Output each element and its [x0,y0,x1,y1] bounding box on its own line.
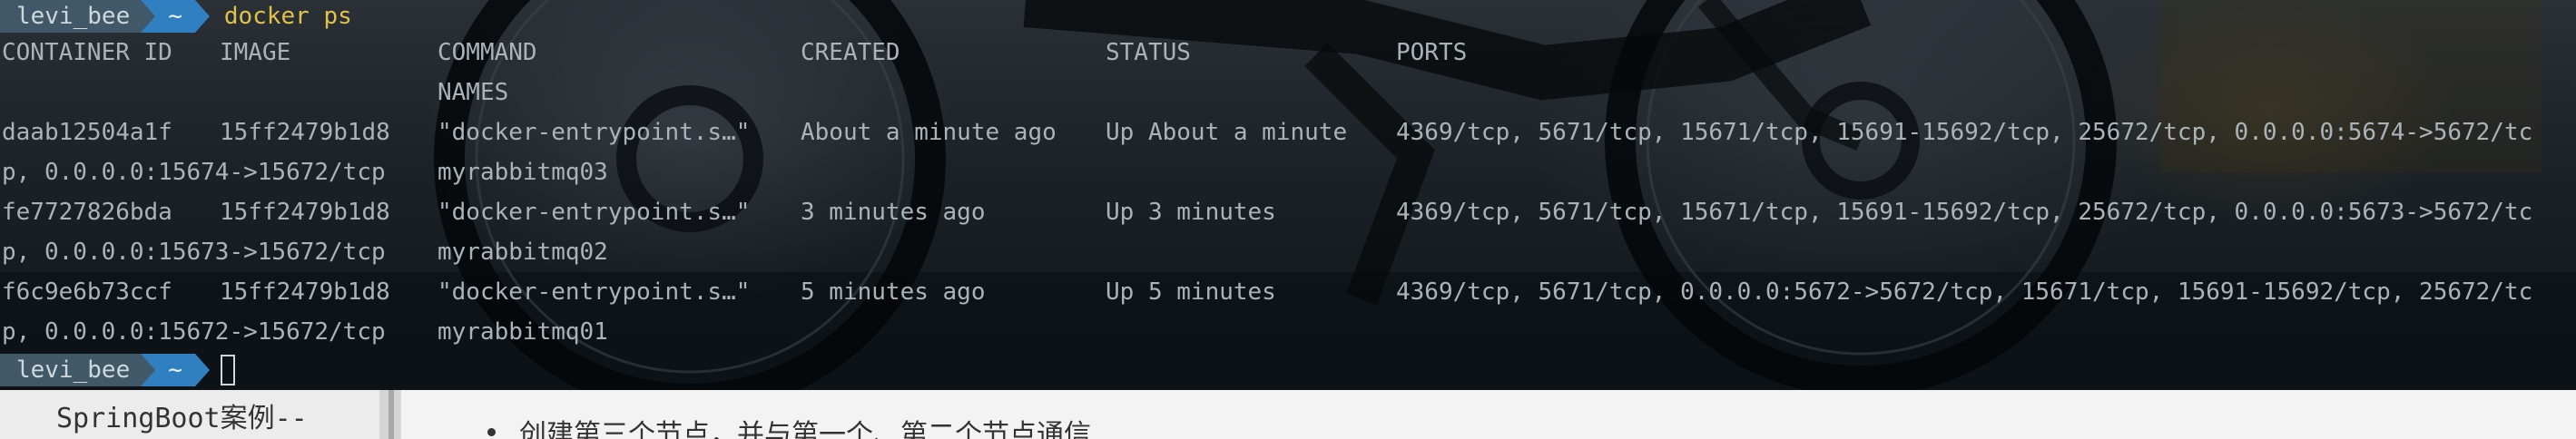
container-id: fe7727826bda [2,199,172,226]
table-row: daab12504a1f 15ff2479b1d8 "docker-entryp… [0,112,2576,152]
table-header: CONTAINER ID IMAGE COMMAND CREATED STATU… [0,33,2576,73]
table-header-names: NAMES [0,73,2576,112]
header-container-id: CONTAINER ID [2,39,172,66]
ports-cell-continued: p, 0.0.0.0:15673->15672/tcp [2,239,386,266]
prompt-directory: ~ [155,354,195,386]
document-list-item: 创建第三个节点，并与第一个、第二个节点通信 [519,419,1091,439]
table-row: fe7727826bda 15ff2479b1d8 "docker-entryp… [0,192,2576,232]
powerline-arrow-icon [194,354,210,386]
powerline-arrow-icon [141,354,156,386]
status-cell: Up 5 minutes [1106,278,1276,306]
command-cell: "docker-entrypoint.s…" [438,199,751,226]
table-row: f6c9e6b73ccf 15ff2479b1d8 "docker-entryp… [0,272,2576,312]
shell-prompt: levi_bee ~ [0,354,235,386]
table-row-wrap: p, 0.0.0.0:15674->15672/tcp myrabbitmq03 [0,152,2576,192]
image-id: 15ff2479b1d8 [220,199,390,226]
prompt-directory: ~ [155,0,195,33]
header-created: CREATED [801,39,900,66]
ports-cell: 4369/tcp, 5671/tcp, 15671/tcp, 15691-156… [1396,199,2533,226]
command-text: docker ps [223,3,352,30]
header-status: STATUS [1106,39,1191,66]
names-cell: myrabbitmq02 [438,239,608,266]
prompt-user: levi_bee [0,354,142,386]
sidebar-item-springboot[interactable]: SpringBoot案例-- [56,395,308,435]
header-ports: PORTS [1396,39,1468,66]
ports-cell: 4369/tcp, 5671/tcp, 0.0.0.0:5672->5672/t… [1396,278,2533,306]
powerline-arrow-icon [194,0,210,33]
names-cell: myrabbitmq01 [438,318,608,346]
image-id: 15ff2479b1d8 [220,119,390,146]
table-row-wrap: p, 0.0.0.0:15673->15672/tcp myrabbitmq02 [0,232,2576,272]
status-cell: Up About a minute [1106,119,1348,146]
prompt-user: levi_bee [0,0,142,33]
command-cell: "docker-entrypoint.s…" [438,119,751,146]
names-cell: myrabbitmq03 [438,159,608,186]
created-cell: 3 minutes ago [801,199,986,226]
ports-cell-continued: p, 0.0.0.0:15672->15672/tcp [2,318,386,346]
container-id: f6c9e6b73ccf [2,278,172,306]
ports-cell: 4369/tcp, 5671/tcp, 15671/tcp, 15691-156… [1396,119,2533,146]
shell-prompt: levi_bee ~ docker ps [0,0,352,33]
command-cell: "docker-entrypoint.s…" [438,278,751,306]
image-id: 15ff2479b1d8 [220,278,390,306]
container-id: daab12504a1f [2,119,172,146]
header-command: COMMAND [438,39,537,66]
status-cell: Up 3 minutes [1106,199,1276,226]
header-image: IMAGE [220,39,291,66]
powerline-arrow-icon [141,0,156,33]
header-names: NAMES [438,79,509,106]
ports-cell-continued: p, 0.0.0.0:15674->15672/tcp [2,159,386,186]
created-cell: 5 minutes ago [801,278,986,306]
table-row-wrap: p, 0.0.0.0:15672->15672/tcp myrabbitmq01 [0,312,2576,352]
editor-background-window: SpringBoot案例-- 创建第三个节点，并与第一个、第二个节点通信 [0,390,2576,439]
terminal-window[interactable]: levi_bee ~ docker ps CONTAINER ID IMAGE … [0,0,2576,390]
block-cursor-icon[interactable] [220,355,235,385]
created-cell: About a minute ago [801,119,1057,146]
pane-divider-handle[interactable] [388,390,394,439]
bullet-icon [487,428,496,436]
